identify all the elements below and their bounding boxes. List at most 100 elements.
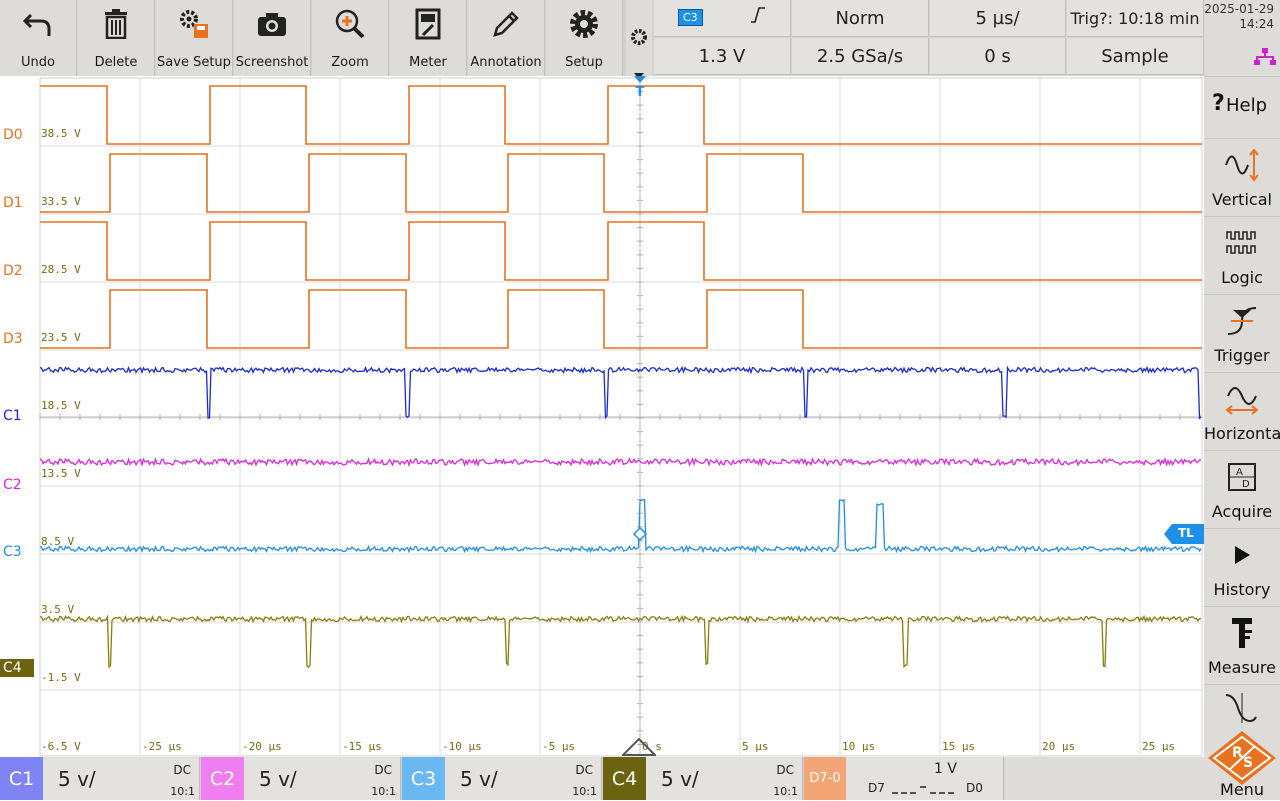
channel-bar-empty [1005, 757, 1204, 800]
svg-text:S: S [1243, 755, 1253, 771]
trigger-status[interactable]: Trig?: 10:18 min [1067, 0, 1204, 37]
help-label: Help [1226, 95, 1268, 116]
voltage-label: -6.5 V [41, 740, 81, 753]
logic-state-icon [890, 781, 960, 800]
channel-c1-settings[interactable]: C1 5 v/ DC 10:1 [0, 757, 200, 800]
logic-button[interactable]: Logic [1204, 216, 1280, 293]
channel-bar: C1 5 v/ DC 10:1 C2 5 v/ DC 10:1 C3 5 v/ … [0, 757, 1204, 800]
voltage-label: 23.5 V [41, 331, 81, 344]
help-button[interactable]: ? Help [1204, 76, 1280, 139]
channel-c3-coupling: DC [575, 763, 593, 777]
vertical-icon [1204, 147, 1280, 183]
time-label: -25 µs [142, 740, 182, 753]
delete-label: Delete [94, 55, 138, 70]
zoom-button[interactable]: Zoom [312, 0, 389, 76]
camera-icon [234, 6, 310, 42]
history-label: History [1213, 580, 1271, 599]
time-text: 14:24 [1239, 17, 1274, 31]
gear-icon [546, 6, 622, 42]
history-button[interactable]: History [1204, 528, 1280, 605]
setup-button[interactable]: Setup [546, 0, 623, 76]
channel-c1-probe: 10:1 [170, 785, 195, 798]
channel-c3-tag: C3 [402, 757, 445, 800]
status-clock: 2025-01-29 14:24 [1204, 2, 1280, 32]
acquisition-mode[interactable]: Sample [1067, 38, 1204, 75]
trigger-source-badge: C3 [678, 9, 703, 26]
channel-c2-settings[interactable]: C2 5 v/ DC 10:1 [201, 757, 401, 800]
toolbar: Undo Delete Save Setup Screenshot Zoom M… [0, 0, 1204, 79]
rising-edge-icon [750, 6, 766, 29]
channel-label-d1[interactable]: D1 [0, 194, 36, 212]
horizontal-position[interactable]: 0 s [930, 38, 1066, 75]
delete-button[interactable]: Delete [78, 0, 155, 76]
voltage-label: 8.5 V [41, 535, 75, 548]
annotation-button[interactable]: Annotation [468, 0, 545, 76]
channel-label-c1[interactable]: C1 [0, 407, 36, 425]
trigger-button[interactable]: Trigger [1204, 294, 1280, 371]
time-label: 15 µs [942, 740, 976, 753]
voltage-label: 33.5 V [41, 195, 81, 208]
waveform-menu-icon [1224, 691, 1260, 729]
trigger-level-marker[interactable]: TL [1164, 524, 1204, 544]
channel-label-c4[interactable]: C4 [0, 659, 34, 677]
save-setup-button[interactable]: Save Setup [156, 0, 233, 76]
trigger-icon [1204, 303, 1280, 339]
play-icon [1204, 537, 1280, 573]
vertical-label: Vertical [1212, 190, 1272, 209]
time-label: -5 µs [542, 740, 576, 753]
waveform-canvas[interactable] [0, 76, 1204, 757]
channel-label-c3[interactable]: C3 [0, 543, 36, 561]
trace-c3 [39, 498, 1202, 554]
save-setup-label: Save Setup [157, 55, 231, 70]
measure-button[interactable]: Measure [1204, 606, 1280, 683]
voltage-label: 18.5 V [41, 399, 81, 412]
waveform-display[interactable]: D0 D1 D2 D3 C1 C2 C3 C4 38.5 V 33.5 V 28… [0, 76, 1204, 757]
channel-c3-probe: 10:1 [572, 785, 597, 798]
trigger-position-marker[interactable]: T [632, 76, 648, 100]
channel-c3-settings[interactable]: C3 5 v/ DC 10:1 [402, 757, 602, 800]
channel-c4-settings[interactable]: C4 5 v/ DC 10:1 [603, 757, 803, 800]
time-label: 10 µs [842, 740, 876, 753]
trace-d1 [40, 153, 1202, 213]
channel-c1-coupling: DC [173, 763, 191, 777]
channel-label-d2[interactable]: D2 [0, 262, 36, 280]
horizontal-icon [1204, 381, 1280, 417]
trigger-level[interactable]: 1.3 V [654, 38, 791, 75]
traces [39, 85, 1202, 669]
channel-c2-tag: C2 [201, 757, 244, 800]
sample-rate[interactable]: 2.5 GSa/s [792, 38, 929, 75]
logic-low-label: D0 [966, 781, 983, 795]
meter-button[interactable]: Meter [390, 0, 467, 76]
timebase[interactable]: 5 µs/ [930, 0, 1066, 37]
toolbar-settings-button[interactable] [626, 0, 652, 79]
horizontal-button[interactable]: Horizontal [1204, 372, 1280, 449]
channel-c4-coupling: DC [776, 763, 794, 777]
trigger-mode[interactable]: Norm [792, 0, 929, 37]
trace-d0 [40, 85, 1202, 145]
channel-c2-scale: 5 v/ [259, 767, 297, 791]
logic-channels-settings[interactable]: D7-0 1 V D7 D0 [804, 757, 1004, 800]
channel-label-c2[interactable]: C2 [0, 476, 36, 494]
menu-button[interactable]: RS Menu [1204, 684, 1280, 801]
date-text: 2025-01-29 [1204, 2, 1274, 16]
horizontal-label: Horizontal [1204, 424, 1280, 443]
small-gear-icon [630, 28, 648, 50]
undo-button[interactable]: Undo [0, 0, 77, 76]
trigger-source-cell[interactable]: C3 [654, 0, 791, 37]
network-icon [1254, 48, 1276, 70]
channel-c3-scale: 5 v/ [460, 767, 498, 791]
graticule [39, 77, 1203, 757]
menu-label: Menu [1220, 780, 1264, 799]
channel-label-d0[interactable]: D0 [0, 126, 36, 144]
trace-c4 [39, 614, 1201, 669]
channel-label-d3[interactable]: D3 [0, 330, 36, 348]
channel-c4-scale: 5 v/ [661, 767, 699, 791]
vertical-button[interactable]: Vertical [1204, 138, 1280, 215]
save-setup-icon [156, 6, 232, 42]
channel-c2-probe: 10:1 [371, 785, 396, 798]
screenshot-button[interactable]: Screenshot [234, 0, 311, 76]
logic-high-label: D7 [868, 781, 885, 795]
measure-icon [1204, 615, 1280, 651]
trace-c1 [39, 365, 1202, 420]
acquire-button[interactable]: AD Acquire [1204, 450, 1280, 527]
